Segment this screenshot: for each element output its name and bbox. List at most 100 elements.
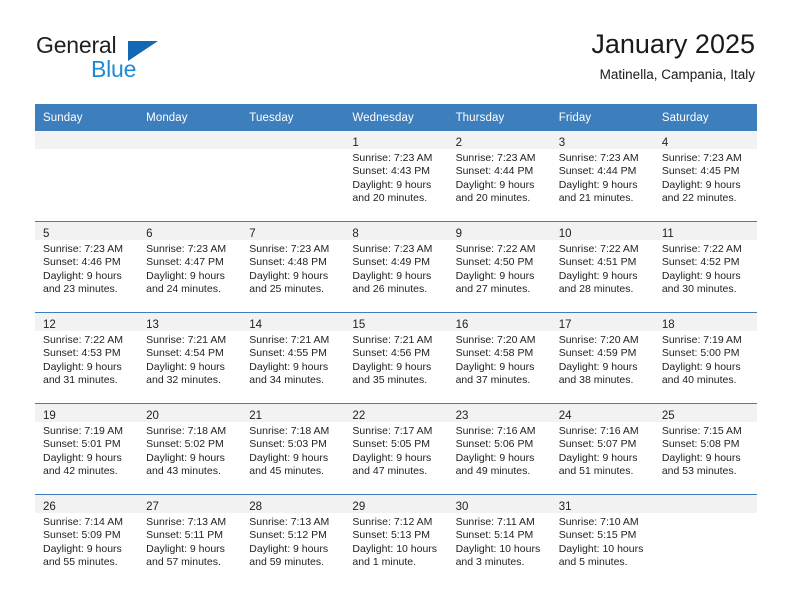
- calendar-body: 1 Sunrise: 7:23 AM Sunset: 4:43 PM Daylight…: [35, 131, 757, 585]
- calendar-day-cell[interactable]: 7 Sunrise: 7:23 AM Sunset: 4:48 PM Daylight…: [241, 221, 345, 313]
- sunset-text: Sunset: 4:58 PM: [455, 347, 534, 360]
- sunset-text: Sunset: 5:13 PM: [352, 529, 431, 542]
- weekday-header-monday: Monday: [138, 104, 242, 131]
- calendar-day-cell[interactable]: 9 Sunrise: 7:22 AM Sunset: 4:50 PM Daylight…: [447, 221, 551, 313]
- day-detail-block: Sunrise: 7:10 AM Sunset: 5:15 PM Daylight:…: [551, 513, 654, 570]
- calendar-day-cell[interactable]: 28 Sunrise: 7:13 AM Sunset: 5:12 PM Dayligh…: [241, 494, 345, 585]
- day-number-band: [138, 131, 242, 149]
- calendar-day-cell[interactable]: 1 Sunrise: 7:23 AM Sunset: 4:43 PM Daylight…: [344, 131, 448, 222]
- calendar-day-cell[interactable]: 5 Sunrise: 7:23 AM Sunset: 4:46 PM Daylight…: [35, 221, 139, 313]
- calendar-day-cell[interactable]: 17 Sunrise: 7:20 AM Sunset: 4:59 PM Dayligh…: [550, 312, 654, 404]
- daylight-text-line2: and 20 minutes.: [455, 192, 531, 205]
- daylight-text-line2: and 31 minutes.: [43, 374, 118, 387]
- sunrise-text: Sunrise: 7:20 AM: [455, 334, 536, 346]
- daylight-text-line1: Daylight: 9 hours: [146, 542, 225, 555]
- calendar-day-cell[interactable]: 3 Sunrise: 7:23 AM Sunset: 4:44 PM Daylight…: [550, 131, 654, 222]
- calendar-day-cell[interactable]: 16 Sunrise: 7:20 AM Sunset: 4:58 PM Dayligh…: [447, 312, 551, 404]
- daylight-text-line2: and 21 minutes.: [558, 192, 634, 205]
- daylight-text-line2: and 25 minutes.: [249, 283, 324, 296]
- daylight-text-line1: Daylight: 9 hours: [661, 451, 741, 464]
- calendar-day-cell[interactable]: 2 Sunrise: 7:23 AM Sunset: 4:44 PM Daylight…: [447, 131, 551, 222]
- daylight-text-line2: and 38 minutes.: [558, 374, 634, 387]
- sunrise-text: Sunrise: 7:23 AM: [249, 243, 330, 255]
- weekday-header-sunday: Sunday: [35, 104, 139, 131]
- daylight-text-line1: Daylight: 9 hours: [43, 360, 122, 373]
- general-blue-logo: General Blue: [36, 32, 246, 88]
- day-detail-block: Sunrise: 7:18 AM Sunset: 5:02 PM Daylight:…: [138, 422, 241, 479]
- location-subtitle: Matinella, Campania, Italy: [599, 67, 755, 82]
- weekday-header-saturday: Saturday: [653, 104, 757, 131]
- calendar-day-cell[interactable]: 26 Sunrise: 7:14 AM Sunset: 5:09 PM Dayligh…: [35, 494, 139, 585]
- sunrise-text: Sunrise: 7:22 AM: [455, 243, 536, 255]
- calendar-day-cell[interactable]: 23 Sunrise: 7:16 AM Sunset: 5:06 PM Dayligh…: [447, 403, 551, 495]
- calendar-table: Sunday Monday Tuesday Wednesday Thursday…: [35, 104, 757, 585]
- day-detail-block: Sunrise: 7:22 AM Sunset: 4:53 PM Daylight:…: [35, 331, 138, 388]
- day-number-band: 15: [344, 313, 448, 331]
- calendar-day-cell[interactable]: 21 Sunrise: 7:18 AM Sunset: 5:03 PM Dayligh…: [241, 403, 345, 495]
- calendar-day-cell[interactable]: 30 Sunrise: 7:11 AM Sunset: 5:14 PM Dayligh…: [447, 494, 551, 585]
- sunrise-text: Sunrise: 7:14 AM: [43, 516, 123, 528]
- calendar-day-cell[interactable]: 13 Sunrise: 7:21 AM Sunset: 4:54 PM Dayligh…: [138, 312, 242, 404]
- calendar-day-cell[interactable]: 8 Sunrise: 7:23 AM Sunset: 4:49 PM Daylight…: [344, 221, 448, 313]
- daylight-text-line1: Daylight: 9 hours: [455, 269, 535, 282]
- day-number: 27: [146, 501, 159, 513]
- calendar-day-cell[interactable]: 18 Sunrise: 7:19 AM Sunset: 5:00 PM Dayligh…: [653, 312, 757, 404]
- sunset-text: Sunset: 4:46 PM: [43, 256, 121, 269]
- calendar-day-cell[interactable]: 29 Sunrise: 7:12 AM Sunset: 5:13 PM Dayligh…: [344, 494, 448, 585]
- day-number: 7: [249, 228, 256, 240]
- sunset-text: Sunset: 4:48 PM: [249, 256, 327, 269]
- calendar-day-cell[interactable]: 24 Sunrise: 7:16 AM Sunset: 5:07 PM Dayligh…: [550, 403, 654, 495]
- calendar-day-cell[interactable]: 12 Sunrise: 7:22 AM Sunset: 4:53 PM Dayligh…: [35, 312, 139, 404]
- daylight-text-line2: and 20 minutes.: [352, 192, 428, 205]
- sunset-text: Sunset: 4:53 PM: [43, 347, 121, 360]
- daylight-text-line2: and 22 minutes.: [661, 192, 737, 205]
- calendar-day-cell[interactable]: 6 Sunrise: 7:23 AM Sunset: 4:47 PM Daylight…: [138, 221, 242, 313]
- day-number-band: 4: [653, 131, 757, 149]
- day-number: 29: [352, 501, 366, 513]
- day-number-band: 13: [138, 313, 242, 331]
- sunset-text: Sunset: 4:44 PM: [558, 165, 637, 178]
- calendar-day-cell[interactable]: 4 Sunrise: 7:23 AM Sunset: 4:45 PM Daylight…: [653, 131, 757, 222]
- day-number: 18: [661, 319, 675, 331]
- sunrise-text: Sunrise: 7:20 AM: [558, 334, 639, 346]
- day-number: 26: [43, 501, 56, 513]
- weekday-header-wednesday: Wednesday: [344, 104, 448, 131]
- day-detail-block: Sunrise: 7:23 AM Sunset: 4:46 PM Daylight:…: [35, 240, 138, 297]
- day-detail-block: Sunrise: 7:23 AM Sunset: 4:49 PM Daylight:…: [344, 240, 447, 297]
- sunset-text: Sunset: 4:54 PM: [146, 347, 224, 360]
- calendar-day-cell[interactable]: 19 Sunrise: 7:19 AM Sunset: 5:01 PM Dayligh…: [35, 403, 139, 495]
- calendar-day-cell[interactable]: 15 Sunrise: 7:21 AM Sunset: 4:56 PM Dayligh…: [344, 312, 448, 404]
- daylight-text-line1: Daylight: 9 hours: [661, 269, 741, 282]
- daylight-text-line1: Daylight: 9 hours: [146, 269, 225, 282]
- daylight-text-line1: Daylight: 9 hours: [455, 451, 535, 464]
- daylight-text-line1: Daylight: 9 hours: [249, 269, 329, 282]
- sunrise-text: Sunrise: 7:23 AM: [352, 152, 433, 164]
- day-number-band: [35, 131, 139, 149]
- day-number-band: 10: [550, 222, 654, 240]
- day-number: 6: [146, 228, 153, 240]
- sunrise-text: Sunrise: 7:10 AM: [558, 516, 639, 528]
- calendar-day-cell[interactable]: 14 Sunrise: 7:21 AM Sunset: 4:55 PM Dayligh…: [241, 312, 345, 404]
- sunrise-text: Sunrise: 7:23 AM: [352, 243, 433, 255]
- weekday-header-friday: Friday: [550, 104, 654, 131]
- calendar-day-cell[interactable]: 27 Sunrise: 7:13 AM Sunset: 5:11 PM Dayligh…: [138, 494, 242, 585]
- calendar-week-row: 1 Sunrise: 7:23 AM Sunset: 4:43 PM Daylight…: [35, 131, 757, 222]
- calendar-week-row: 5 Sunrise: 7:23 AM Sunset: 4:46 PM Daylight…: [35, 221, 757, 313]
- day-detail-block: Sunrise: 7:12 AM Sunset: 5:13 PM Daylight:…: [344, 513, 447, 570]
- calendar-header-row: Sunday Monday Tuesday Wednesday Thursday…: [35, 104, 757, 131]
- day-number: 2: [455, 137, 462, 149]
- calendar-day-cell[interactable]: 11 Sunrise: 7:22 AM Sunset: 4:52 PM Dayligh…: [653, 221, 757, 313]
- daylight-text-line1: Daylight: 9 hours: [249, 542, 329, 555]
- calendar-day-cell[interactable]: 20 Sunrise: 7:18 AM Sunset: 5:02 PM Dayligh…: [138, 403, 242, 495]
- sunset-text: Sunset: 4:56 PM: [352, 347, 431, 360]
- calendar-day-cell[interactable]: 25 Sunrise: 7:15 AM Sunset: 5:08 PM Dayligh…: [653, 403, 757, 495]
- sunrise-text: Sunrise: 7:13 AM: [146, 516, 227, 528]
- calendar-day-cell[interactable]: 31 Sunrise: 7:10 AM Sunset: 5:15 PM Dayligh…: [550, 494, 654, 585]
- calendar-day-cell[interactable]: 10 Sunrise: 7:22 AM Sunset: 4:51 PM Dayligh…: [550, 221, 654, 313]
- day-number-band: 17: [550, 313, 654, 331]
- day-number-band: 7: [241, 222, 345, 240]
- sunset-text: Sunset: 5:02 PM: [146, 438, 224, 451]
- day-detail-block: Sunrise: 7:23 AM Sunset: 4:45 PM Daylight:…: [654, 149, 757, 206]
- day-detail-block: Sunrise: 7:20 AM Sunset: 4:58 PM Daylight:…: [448, 331, 551, 388]
- calendar-day-cell[interactable]: 22 Sunrise: 7:17 AM Sunset: 5:05 PM Dayligh…: [344, 403, 448, 495]
